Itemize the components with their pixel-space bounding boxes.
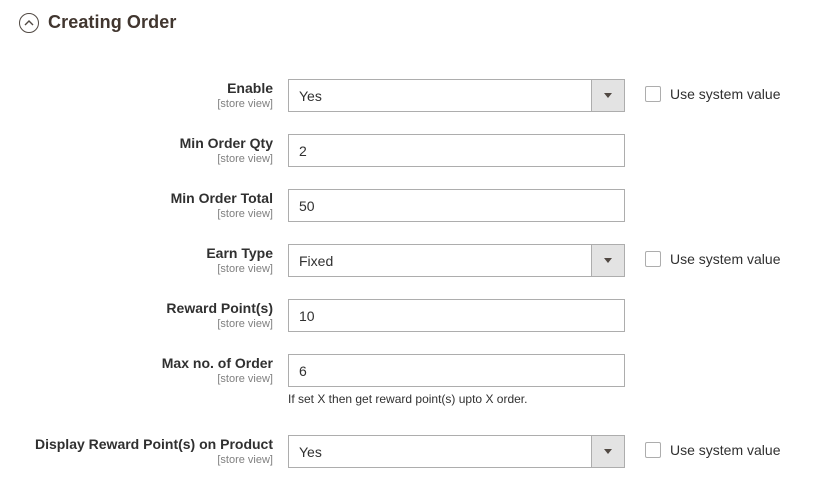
dropdown-button[interactable] (591, 245, 624, 276)
min-order-qty-input[interactable]: 2 (288, 134, 625, 167)
field-label-group: Max no. of Order [store view] (162, 355, 273, 386)
field-row-display-reward: Display Reward Point(s) on Product [stor… (0, 435, 813, 469)
input-value: 50 (299, 197, 315, 214)
field-label: Min Order Qty (179, 135, 273, 151)
field-label: Reward Point(s) (166, 300, 273, 316)
select-value: Yes (299, 443, 322, 460)
scope-label: [store view] (217, 373, 273, 385)
earn-type-select[interactable]: Fixed (288, 244, 625, 277)
field-note: If set X then get reward point(s) upto X… (288, 392, 528, 406)
field-row-min-order-total: Min Order Total [store view] 50 (0, 189, 813, 223)
use-system-label[interactable]: Use system value (670, 442, 780, 458)
scope-label: [store view] (217, 208, 273, 220)
use-system-value-earn-type[interactable]: Use system value (645, 251, 780, 267)
field-label-group: Earn Type [store view] (206, 245, 273, 276)
min-order-total-input[interactable]: 50 (288, 189, 625, 222)
scope-label: [store view] (217, 263, 273, 275)
section-title: Creating Order (48, 12, 177, 32)
max-orders-input[interactable]: 6 (288, 354, 625, 387)
field-row-earn-type: Earn Type [store view] Fixed Use system … (0, 244, 813, 278)
enable-select[interactable]: Yes (288, 79, 625, 112)
field-label-group: Min Order Total [store view] (171, 190, 273, 221)
use-system-label[interactable]: Use system value (670, 86, 780, 102)
field-label-group: Display Reward Point(s) on Product [stor… (35, 436, 273, 467)
scope-label: [store view] (217, 153, 273, 165)
scope-label: [store view] (217, 454, 273, 466)
field-label-group: Min Order Qty [store view] (180, 135, 273, 166)
reward-points-input[interactable]: 10 (288, 299, 625, 332)
field-row-reward-points: Reward Point(s) [store view] 10 (0, 299, 813, 333)
dropdown-button[interactable] (591, 80, 624, 111)
input-value: 10 (299, 307, 315, 324)
use-system-label[interactable]: Use system value (670, 251, 780, 267)
input-value: 6 (299, 362, 307, 379)
caret-down-icon (604, 258, 612, 263)
scope-label: [store view] (217, 98, 273, 110)
scope-label: [store view] (217, 318, 273, 330)
field-label: Display Reward Point(s) on Product (34, 436, 273, 452)
field-label-group: Enable [store view] (217, 80, 273, 111)
use-system-checkbox[interactable] (645, 86, 661, 102)
select-value: Yes (299, 87, 322, 104)
field-label: Enable (227, 80, 273, 96)
section-header[interactable]: Creating Order (19, 12, 176, 33)
field-label: Min Order Total (170, 190, 273, 206)
select-value: Fixed (299, 252, 334, 269)
field-row-max-orders: Max no. of Order [store view] 6 (0, 354, 813, 388)
use-system-value-display-reward[interactable]: Use system value (645, 442, 780, 458)
field-row-enable: Enable [store view] Yes Use system value (0, 79, 813, 113)
field-label: Max no. of Order (161, 355, 273, 371)
use-system-value-enable[interactable]: Use system value (645, 86, 780, 102)
caret-down-icon (604, 449, 612, 454)
field-row-min-order-qty: Min Order Qty [store view] 2 (0, 134, 813, 168)
caret-down-icon (604, 93, 612, 98)
input-value: 2 (299, 142, 307, 159)
dropdown-button[interactable] (591, 436, 624, 467)
use-system-checkbox[interactable] (645, 442, 661, 458)
field-label: Earn Type (206, 245, 273, 261)
field-label-group: Reward Point(s) [store view] (166, 300, 273, 331)
display-reward-select[interactable]: Yes (288, 435, 625, 468)
chevron-up-circle-icon[interactable] (19, 12, 39, 33)
use-system-checkbox[interactable] (645, 251, 661, 267)
